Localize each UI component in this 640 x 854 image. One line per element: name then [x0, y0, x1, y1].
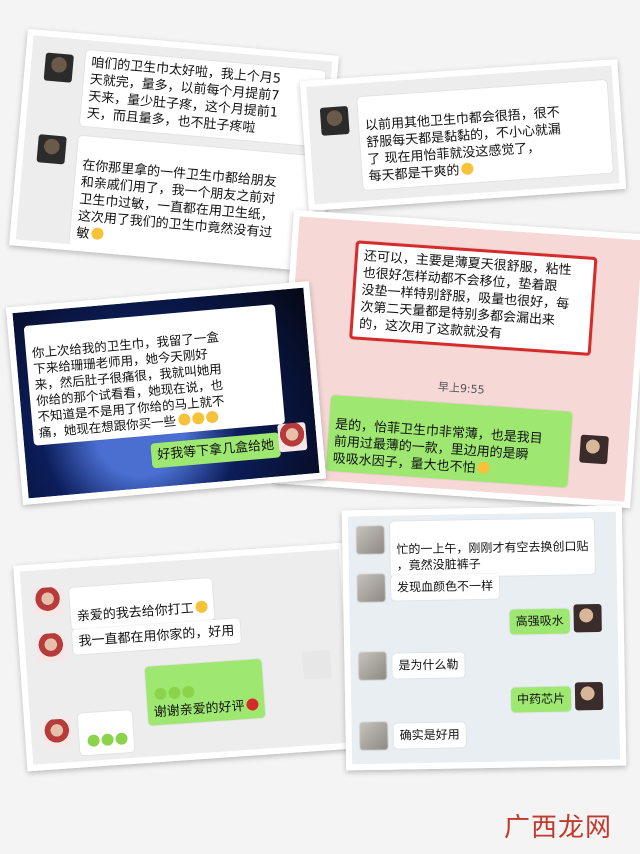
- emoji-icon: [168, 686, 181, 700]
- message-bubble: 中药芯片: [510, 686, 572, 713]
- message-text: 谢谢亲爱的好评: [153, 699, 246, 721]
- message-text: 忙的一上午，刚刚才有空去换创口贴 ，竟然没脏裤子: [396, 539, 589, 573]
- chat-card-3: 还可以，主要是薄夏天很舒服，粘性 也很好怎样动都不会移位，垫着跟 没垫一样特别舒…: [274, 209, 640, 509]
- message-bubble: [77, 709, 135, 756]
- emoji-icon: [195, 600, 208, 614]
- message-bubble: 确实是好用: [393, 722, 466, 749]
- chat-card-2: 以前用其他卫生巾都会很捂，很不 舒服每天都是黏黏的，不小心就漏 了 现在用怡菲就…: [299, 59, 627, 211]
- emoji-icon: [101, 733, 114, 747]
- message-bubble: 忙的一上午，刚刚才有空去换创口贴 ，竟然没脏裤子: [389, 518, 595, 578]
- chat-card-5: 亲爱的我去给你打工 我一直都在用你家的，好用 谢谢亲爱的好评: [13, 542, 359, 772]
- emoji-icon: [460, 162, 474, 176]
- emoji-icon: [182, 685, 195, 699]
- avatar: [43, 52, 74, 83]
- emoji-icon: [477, 461, 490, 475]
- avatar: [359, 721, 388, 751]
- avatar: [277, 421, 308, 453]
- message-bubble: 你上次给我的卫生巾，我留了一盒 下来给珊珊老师用，她今天刚好 来，然后肚子很痛很…: [23, 304, 286, 446]
- avatar: [574, 681, 604, 711]
- avatar: [579, 434, 609, 465]
- message-text: 亲爱的我去给你打工: [76, 601, 195, 625]
- emoji-icon: [115, 732, 128, 746]
- highlighted-message-bubble: 还可以，主要是薄夏天很舒服，粘性 也很好怎样动都不会移位，垫着跟 没垫一样特别舒…: [349, 240, 598, 356]
- message-bubble: 发现血颜色不一样: [390, 573, 500, 601]
- avatar: [301, 649, 332, 680]
- chat-card-4: 你上次给我的卫生巾，我留了一盒 下来给珊珊老师用，她今天刚好 来，然后肚子很痛很…: [5, 281, 327, 505]
- emoji-icon: [177, 413, 191, 427]
- chat-card-1: 咱们的卫生巾太好啦，我上个月5 天就完，量多，以前每个月提前7 天来，量少肚子疼…: [9, 28, 339, 273]
- avatar: [573, 603, 602, 633]
- avatar: [32, 586, 63, 617]
- avatar: [36, 632, 66, 663]
- message-bubble: 谢谢亲爱的好评: [144, 658, 266, 726]
- avatar: [358, 651, 387, 681]
- emoji-icon: [154, 687, 167, 701]
- emoji-icon: [191, 411, 205, 425]
- watermark-logo: 广西龙网: [503, 813, 612, 843]
- message-bubble: 高强吸水: [509, 608, 570, 635]
- avatar: [356, 573, 386, 603]
- avatar: [42, 718, 72, 749]
- emoji-icon: [205, 410, 219, 424]
- chat-card-6: 忙的一上午，刚刚才有空去换创口贴 ，竟然没脏裤子 发现血颜色不一样 高强吸水 是…: [341, 505, 627, 771]
- message-text: 在你那里拿的一件卫生巾都给朋友 和亲戚们用了，我一个朋友之前对 卫生巾过敏，一直…: [75, 158, 278, 242]
- avatar: [36, 134, 67, 165]
- lips-emoji-icon: [246, 698, 259, 711]
- message-bubble: 是为什么勒: [392, 652, 465, 679]
- message-bubble: 在你那里拿的一件卫生巾都给朋友 和亲戚们用了，我一个朋友之前对 卫生巾过敏，一直…: [69, 135, 319, 267]
- emoji-icon: [87, 734, 101, 748]
- avatar: [356, 525, 385, 555]
- message-text: 是的，怡菲卫生巾非常薄，也是我目 前用过最薄的一款，里边用的是瞬 吸吸水因子，量…: [332, 417, 544, 477]
- avatar: [319, 105, 350, 136]
- timestamp: 早上9:55: [437, 380, 486, 397]
- emoji-icon: [90, 227, 104, 241]
- message-bubble: 以前用其他卫生巾都会很捂，很不 舒服每天都是黏黏的，不小心就漏 了 现在用怡菲就…: [357, 79, 613, 191]
